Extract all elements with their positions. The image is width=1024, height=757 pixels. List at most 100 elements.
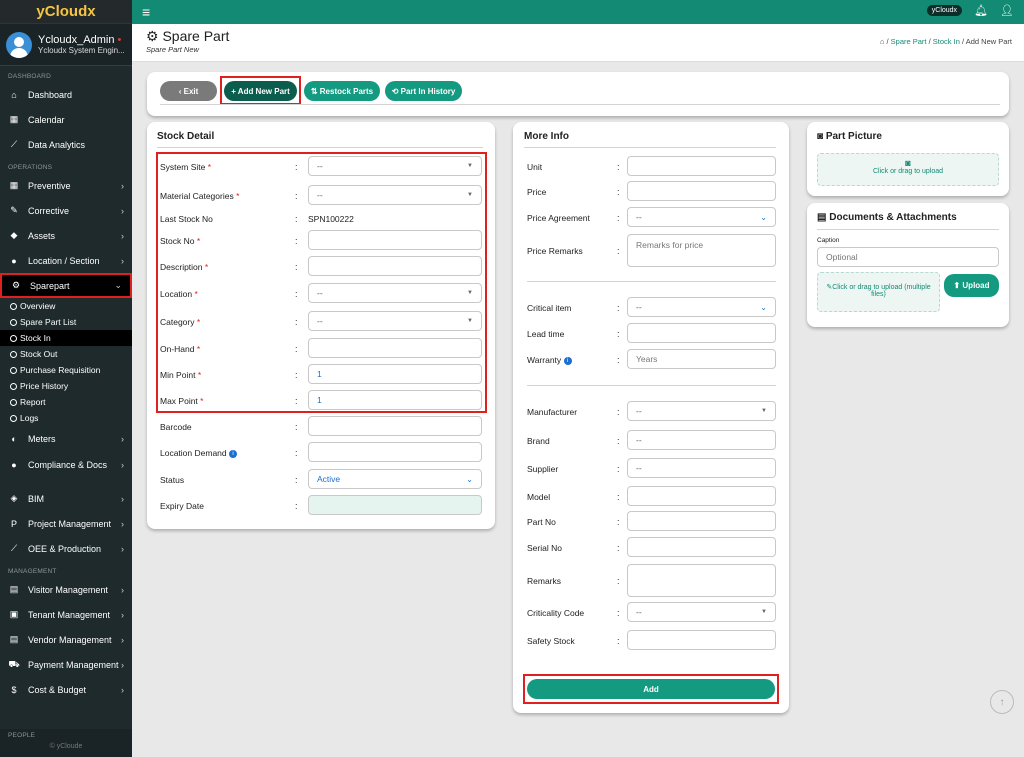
remarks-textarea[interactable]	[627, 564, 776, 597]
nav-payment-management[interactable]: ⛟ Payment Management ›	[0, 652, 132, 677]
label-critical-item: Critical item	[527, 303, 572, 313]
expiry-date-input[interactable]	[308, 495, 482, 515]
nav-data-analytics[interactable]: ⟋ Data Analytics	[0, 132, 132, 157]
sub-spare-part-list[interactable]: Spare Part List	[0, 314, 132, 330]
supplier-input[interactable]: --	[627, 458, 776, 478]
max-point-input[interactable]: 1	[308, 390, 482, 410]
divider	[817, 229, 999, 230]
breadcrumb-stock-in[interactable]: Stock In	[933, 37, 960, 46]
price-input[interactable]	[627, 181, 776, 201]
sub-overview[interactable]: Overview	[0, 298, 132, 314]
barcode-input[interactable]	[308, 416, 482, 436]
nav-location-section[interactable]: ● Location / Section ›	[0, 248, 132, 273]
label-status: Status	[160, 475, 185, 485]
serial-no-input[interactable]	[627, 537, 776, 557]
brand-input[interactable]: --	[627, 430, 776, 450]
sub-logs[interactable]: Logs	[0, 410, 132, 426]
row-criticality-code: Criticality Code : -- ▼	[527, 602, 777, 624]
colon: :	[295, 396, 298, 406]
description-input[interactable]	[308, 256, 482, 276]
scroll-top-button[interactable]: ↑	[990, 690, 1014, 714]
sparepart-icon: ⚙	[11, 280, 21, 290]
home-icon[interactable]: ⌂	[880, 37, 885, 46]
nav-visitor-management[interactable]: ▤ Visitor Management ›	[0, 577, 132, 602]
documents-card: ▤ Documents & Attachments Caption Option…	[807, 203, 1009, 327]
nav-preventive[interactable]: ▦ Preventive ›	[0, 173, 132, 198]
stock-no-input[interactable]	[308, 230, 482, 250]
critical-item-select[interactable]: -- ⌄	[627, 297, 776, 317]
sub-price-history[interactable]: Price History	[0, 378, 132, 394]
info-icon[interactable]: i	[229, 449, 238, 458]
calendar-check-icon: ▦	[9, 180, 19, 190]
menu-icon[interactable]: ≡	[142, 4, 150, 20]
nav-bim[interactable]: ◈ BIM ›	[0, 486, 132, 511]
sub-purchase-requisition[interactable]: Purchase Requisition	[0, 362, 132, 378]
caption-input[interactable]: Optional	[817, 247, 999, 267]
location-select[interactable]: -- ▼	[308, 283, 482, 303]
nav-tenant-management[interactable]: ▣ Tenant Management ›	[0, 602, 132, 627]
sub-report[interactable]: Report	[0, 394, 132, 410]
nav-compliance-docs[interactable]: ● Compliance & Docs ›	[0, 451, 132, 478]
add-button[interactable]: Add	[527, 679, 775, 699]
warranty-input[interactable]: Years	[627, 349, 776, 369]
breadcrumb-spare-part[interactable]: Spare Part	[891, 37, 927, 46]
material-categories-select[interactable]: -- ▼	[308, 185, 482, 205]
nav-assets[interactable]: ◆ Assets ›	[0, 223, 132, 248]
nav-meters[interactable]: ◐ Meters ›	[0, 426, 132, 451]
on-hand-input[interactable]	[308, 338, 482, 358]
info-icon[interactable]: i	[563, 356, 572, 365]
row-supplier: Supplier : --	[527, 458, 777, 480]
restock-parts-button[interactable]: ⇅ Restock Parts	[304, 81, 380, 101]
unit-input[interactable]	[627, 156, 776, 176]
part-in-history-button[interactable]: ⟲ Part In History	[385, 81, 462, 101]
nav-cost-budget[interactable]: $ Cost & Budget ›	[0, 677, 132, 702]
manufacturer-select[interactable]: -- ▼	[627, 401, 776, 421]
label-price-remarks: Price Remarks	[527, 246, 583, 256]
sub-stock-in[interactable]: Stock In	[0, 330, 132, 346]
label-unit: Unit	[527, 162, 543, 172]
system-site-select[interactable]: -- ▼	[308, 156, 482, 176]
picture-dropzone[interactable]: ◙ Click or drag to upload	[817, 153, 999, 186]
stock-detail-title: Stock Detail	[157, 131, 215, 142]
nav-sparepart[interactable]: ⚙ Sparepart ⌄	[0, 273, 132, 298]
wrench-icon: ✎	[10, 205, 18, 215]
tenant-pill[interactable]: yCloudx	[926, 5, 963, 16]
nav-vendor-management[interactable]: ▤ Vendor Management ›	[0, 627, 132, 652]
safety-stock-input[interactable]	[627, 630, 776, 650]
criticality-code-select[interactable]: -- ▼	[627, 602, 776, 622]
label-price: Price	[527, 187, 547, 197]
label-warranty: Warranty i	[527, 355, 572, 365]
user-alert-icon[interactable]: 👤︎	[1000, 4, 1014, 17]
label-remarks: Remarks	[527, 576, 562, 586]
label-location-demand: Location Demand i	[160, 448, 238, 458]
colon: :	[295, 370, 298, 380]
add-new-part-button[interactable]: + Add New Part	[224, 81, 297, 101]
home-icon: ⌂	[11, 89, 17, 100]
part-no-input[interactable]	[627, 511, 776, 531]
status-select[interactable]: Active ⌄	[308, 469, 482, 489]
camera-icon: ◙	[905, 158, 911, 168]
exit-button[interactable]: ‹ Exit	[160, 81, 217, 101]
min-point-input[interactable]: 1	[308, 364, 482, 384]
documents-dropzone[interactable]: ✎Click or drag to upload (multiple files…	[817, 272, 940, 312]
user-profile[interactable]: Ycloudx_Admin • Ycloudx System Engin...	[0, 24, 132, 66]
model-input[interactable]	[627, 486, 776, 506]
lead-time-input[interactable]	[627, 323, 776, 343]
sub-stock-out[interactable]: Stock Out	[0, 346, 132, 362]
nav-calendar[interactable]: ▦ Calendar	[0, 107, 132, 132]
label-safety-stock: Safety Stock	[527, 636, 575, 646]
nav-project-management[interactable]: P Project Management ›	[0, 511, 132, 536]
bell-icon[interactable]: 🔔︎	[974, 4, 988, 17]
nav-corrective[interactable]: ✎ Corrective ›	[0, 198, 132, 223]
label-stock-no: Stock No *	[160, 236, 201, 246]
brand-logo[interactable]: yCloudx	[0, 0, 132, 24]
sidebar: yCloudx Ycloudx_Admin • Ycloudx System E…	[0, 0, 132, 757]
nav-dashboard[interactable]: ⌂ Dashboard	[0, 82, 132, 107]
price-remarks-textarea[interactable]: Remarks for price	[627, 234, 776, 267]
upload-button[interactable]: ⬆ Upload	[944, 274, 999, 297]
nav-oee-production[interactable]: ⟋ OEE & Production ›	[0, 536, 132, 561]
category-select[interactable]: -- ▼	[308, 311, 482, 331]
location-demand-input[interactable]	[308, 442, 482, 462]
chevron-down-icon: ⌄	[760, 302, 767, 312]
price-agreement-select[interactable]: -- ⌄	[627, 207, 776, 227]
